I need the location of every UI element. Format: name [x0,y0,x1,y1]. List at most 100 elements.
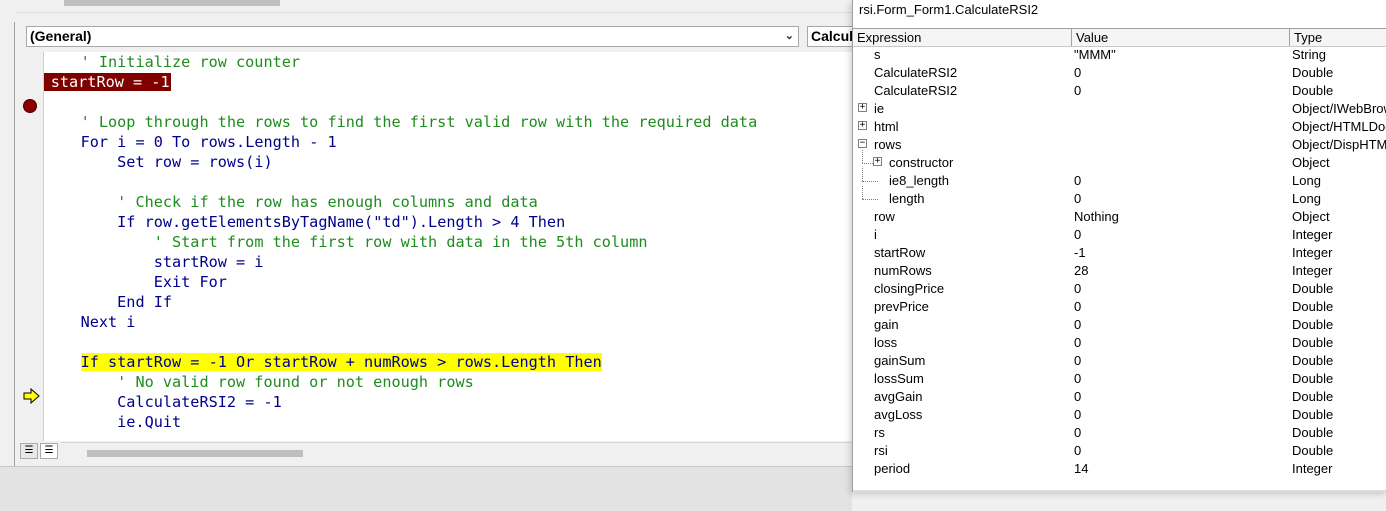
watch-type: Double [1292,353,1334,368]
watch-row[interactable]: + constructor Object [853,150,1386,172]
watch-value[interactable]: 0 [1074,64,1081,82]
watch-value[interactable]: 0 [1074,352,1081,370]
watch-row[interactable]: startRow -1 Integer [853,244,1386,262]
watch-row[interactable]: rs 0 Double [853,424,1386,442]
watch-row[interactable]: i 0 Integer [853,226,1386,244]
watch-row[interactable]: prevPrice 0 Double [853,298,1386,316]
watch-row[interactable]: row Nothing Object [853,208,1386,226]
watch-value[interactable]: "MMM" [1074,46,1116,64]
watch-expression: gain [874,317,899,332]
watch-row[interactable]: gainSum 0 Double [853,352,1386,370]
code-scrollbar-thumb[interactable] [87,450,303,457]
watch-value[interactable]: 14 [1074,460,1088,478]
watch-type: Double [1292,65,1334,80]
watch-row[interactable]: ie8_length 0 Long [853,168,1386,190]
watch-row[interactable]: CalculateRSI2 0 Double [853,82,1386,100]
watch-row[interactable]: + ie Object/IWebBrowser2 [853,100,1386,118]
code-line[interactable]: startRow = i [44,252,264,272]
watch-expression: avgLoss [874,407,923,422]
watch-value[interactable]: 0 [1074,334,1081,352]
watch-row[interactable]: loss 0 Double [853,334,1386,352]
watch-row[interactable]: closingPrice 0 Double [853,280,1386,298]
code-comment: ' Loop through the rows to find the firs… [80,113,758,131]
watch-value[interactable]: 0 [1074,370,1081,388]
code-line[interactable]: ' No valid row found or not enough rows [44,372,474,392]
code-line[interactable]: For i = 0 To rows.Length - 1 [44,132,337,152]
watch-expression: html [874,119,899,134]
watch-value[interactable]: 0 [1074,190,1081,208]
watch-value[interactable]: 0 [1074,226,1081,244]
code-line[interactable]: ie.Quit [44,412,181,432]
code-line[interactable]: startRow = -1 [44,72,171,92]
top-scrollbar-thumb[interactable] [64,0,280,6]
code-line[interactable]: ' Loop through the rows to find the firs… [44,112,758,132]
code-line[interactable]: Set row = rows(i) [44,152,272,172]
current-statement-highlight: If startRow = -1 Or startRow + numRows >… [80,353,602,371]
watch-type: Double [1292,443,1334,458]
code-line[interactable]: End If [44,292,172,312]
watch-type: Double [1292,335,1334,350]
top-scrollbar[interactable] [16,0,852,13]
watch-row[interactable]: CalculateRSI2 0 Double [853,64,1386,82]
watch-value[interactable]: 0 [1074,424,1081,442]
collapse-minus-icon[interactable]: − [858,139,867,148]
watch-expression: lossSum [874,371,924,386]
expand-plus-icon[interactable]: + [858,103,867,112]
code-line[interactable]: If row.getElementsByTagName("td").Length… [44,212,565,232]
watch-row[interactable]: s "MMM" String [853,46,1386,64]
code-line[interactable]: ' Initialize row counter [44,52,300,72]
watch-type: String [1292,47,1326,62]
watch-expression: constructor [889,155,954,170]
value-column-header[interactable]: Value [1072,29,1290,46]
watch-row[interactable]: rsi 0 Double [853,442,1386,460]
code-line[interactable]: ' Check if the row has enough columns an… [44,192,538,212]
watch-row[interactable]: −rows Object/DispHTMLElementCollection [853,136,1386,154]
chevron-down-icon[interactable]: ⌄ [785,27,794,46]
watch-value[interactable]: 0 [1074,298,1081,316]
expand-plus-icon[interactable]: + [873,157,882,166]
watch-type: Double [1292,425,1334,440]
watch-context-title: rsi.Form_Form1.CalculateRSI2 [859,2,1039,17]
watch-value[interactable]: 0 [1074,280,1081,298]
object-combo[interactable]: (General) ⌄ [26,26,799,47]
tree-line [862,150,863,163]
full-module-view-button[interactable]: ☰ [40,443,58,459]
watch-type: Double [1292,281,1334,296]
code-comment: ' Start from the first row with data in … [153,233,648,251]
watch-expression: startRow [874,245,926,260]
code-line[interactable]: Exit For [44,272,227,292]
watch-row[interactable]: period 14 Integer [853,460,1386,478]
watch-value[interactable]: 0 [1074,316,1081,334]
watch-value[interactable]: 0 [1074,388,1081,406]
watch-row[interactable]: gain 0 Double [853,316,1386,334]
watch-row[interactable]: avgLoss 0 Double [853,406,1386,424]
code-line[interactable]: ' Start from the first row with data in … [44,232,648,252]
margin-indicator-bar[interactable] [17,52,44,441]
watch-row[interactable]: lossSum 0 Double [853,370,1386,388]
watch-row[interactable]: + html Object/HTMLDocument [853,118,1386,136]
watch-expression: prevPrice [874,299,929,314]
breakpoint-icon[interactable] [23,99,37,113]
watch-expression: avgGain [874,389,923,404]
watch-bottom-border [853,490,1386,492]
watch-row[interactable]: numRows 28 Integer [853,262,1386,280]
watch-row[interactable]: avgGain 0 Double [853,388,1386,406]
watch-expression: length [889,191,925,206]
code-line[interactable]: Next i [44,312,136,332]
code-line[interactable]: CalculateRSI2 = -1 [44,392,282,412]
watch-value[interactable]: Nothing [1074,208,1119,226]
type-column-header[interactable]: Type [1290,29,1386,46]
watch-value[interactable]: 0 [1074,172,1081,190]
code-editor[interactable]: ' Initialize row counter startRow = -1 '… [44,52,855,441]
watch-value[interactable]: 0 [1074,82,1081,100]
code-horizontal-scrollbar[interactable] [61,442,855,461]
expression-column-header[interactable]: Expression [853,29,1072,46]
watch-value[interactable]: 0 [1074,406,1081,424]
code-line[interactable]: If startRow = -1 Or startRow + numRows >… [44,352,602,372]
watch-value[interactable]: 0 [1074,442,1081,460]
expand-plus-icon[interactable]: + [858,121,867,130]
watch-row[interactable]: length 0 Long [853,186,1386,208]
procedure-view-button[interactable]: ☰ [20,443,38,459]
watch-value[interactable]: -1 [1074,244,1086,262]
watch-value[interactable]: 28 [1074,262,1088,280]
